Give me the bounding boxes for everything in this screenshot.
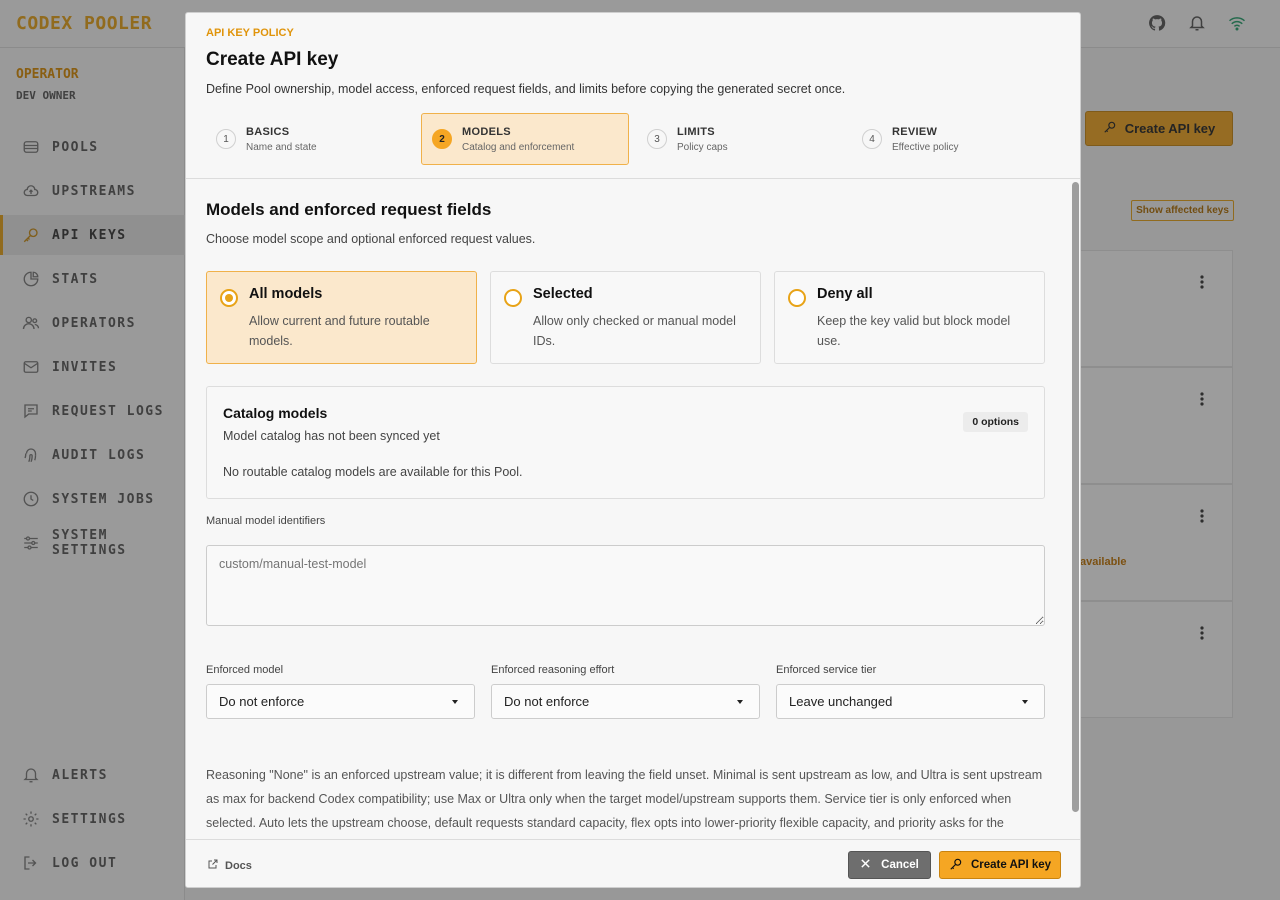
create-api-key-button[interactable]: Create API key — [939, 851, 1061, 879]
caret-down-icon — [452, 699, 458, 704]
dialog-title: Create API key — [206, 49, 339, 70]
cancel-button[interactable]: Cancel — [848, 851, 931, 879]
catalog-models-panel: Catalog models Model catalog has not bee… — [206, 386, 1045, 499]
catalog-title: Catalog models — [223, 405, 328, 421]
dialog-body: Models and enforced request fields Choos… — [186, 179, 1080, 839]
section-description: Choose model scope and optional enforced… — [206, 232, 536, 246]
step-models[interactable]: 2 MODELS Catalog and enforcement — [421, 113, 629, 165]
step-number: 3 — [647, 129, 667, 149]
enforcement-note: Reasoning "None" is an enforced upstream… — [206, 768, 1043, 830]
scope-option-selected[interactable]: Selected Allow only checked or manual mo… — [490, 271, 761, 364]
scope-option-desc: Allow only checked or manual model IDs. — [533, 314, 736, 348]
step-review[interactable]: 4 REVIEW Effective policy — [852, 113, 1060, 165]
catalog-empty-message: No routable catalog models are available… — [223, 465, 523, 479]
step-title: REVIEW — [892, 125, 938, 138]
create-label: Create API key — [970, 859, 1052, 871]
enforced-service-tier-select[interactable]: Leave unchanged — [776, 684, 1045, 719]
scope-option-desc: Keep the key valid but block model use. — [817, 314, 1011, 348]
step-basics[interactable]: 1 BASICS Name and state — [206, 113, 414, 165]
scope-option-title: Deny all — [817, 286, 873, 302]
enforced-reasoning-label: Enforced reasoning effort — [491, 664, 615, 676]
dialog-eyebrow: API KEY POLICY — [206, 27, 294, 39]
close-icon — [860, 858, 871, 872]
manual-models-textarea[interactable] — [206, 545, 1045, 626]
catalog-subtitle: Model catalog has not been synced yet — [223, 429, 440, 443]
enforced-service-tier-label: Enforced service tier — [776, 664, 877, 676]
cancel-label: Cancel — [881, 859, 919, 871]
enforced-reasoning-select[interactable]: Do not enforce — [491, 684, 760, 719]
scope-option-title: Selected — [533, 286, 593, 302]
radio-unselected[interactable] — [788, 289, 806, 307]
section-title: Models and enforced request fields — [206, 200, 492, 219]
step-limits[interactable]: 3 LIMITS Policy caps — [637, 113, 845, 165]
select-value: Leave unchanged — [789, 694, 893, 709]
scope-option-deny-all[interactable]: Deny all Keep the key valid but block mo… — [774, 271, 1045, 364]
step-number: 2 — [432, 129, 452, 149]
dialog-footer: Docs Cancel Create API key — [186, 839, 1080, 887]
catalog-options-badge: 0 options — [963, 412, 1028, 432]
select-value: Do not enforce — [219, 694, 305, 709]
step-title: LIMITS — [677, 125, 715, 138]
key-icon — [949, 857, 963, 874]
step-number: 4 — [862, 129, 882, 149]
dialog-description: Define Pool ownership, model access, enf… — [206, 82, 846, 96]
step-subtitle: Policy caps — [677, 141, 728, 153]
create-api-key-dialog: API KEY POLICY Create API key Define Poo… — [185, 12, 1081, 888]
scrollbar[interactable] — [1072, 182, 1079, 812]
scope-option-title: All models — [249, 286, 323, 302]
radio-unselected[interactable] — [504, 289, 522, 307]
docs-label: Docs — [225, 859, 252, 872]
select-value: Do not enforce — [504, 694, 590, 709]
step-title: BASICS — [246, 125, 290, 138]
scope-option-desc: Allow current and future routable models… — [249, 314, 430, 348]
external-link-icon — [207, 858, 219, 873]
docs-link[interactable]: Docs — [207, 858, 252, 873]
caret-down-icon — [1022, 699, 1028, 704]
step-subtitle: Name and state — [246, 141, 317, 153]
step-subtitle: Effective policy — [892, 141, 959, 153]
step-number: 1 — [216, 129, 236, 149]
scope-option-all-models[interactable]: All models Allow current and future rout… — [206, 271, 477, 364]
caret-down-icon — [737, 699, 743, 704]
enforced-model-select[interactable]: Do not enforce — [206, 684, 475, 719]
step-title: MODELS — [462, 125, 511, 138]
manual-models-label: Manual model identifiers — [206, 515, 326, 527]
step-subtitle: Catalog and enforcement — [462, 141, 575, 153]
enforced-model-label: Enforced model — [206, 664, 284, 676]
radio-selected[interactable] — [220, 289, 238, 307]
stepper: 1 BASICS Name and state 2 MODELS Catalog a… — [206, 113, 1062, 165]
